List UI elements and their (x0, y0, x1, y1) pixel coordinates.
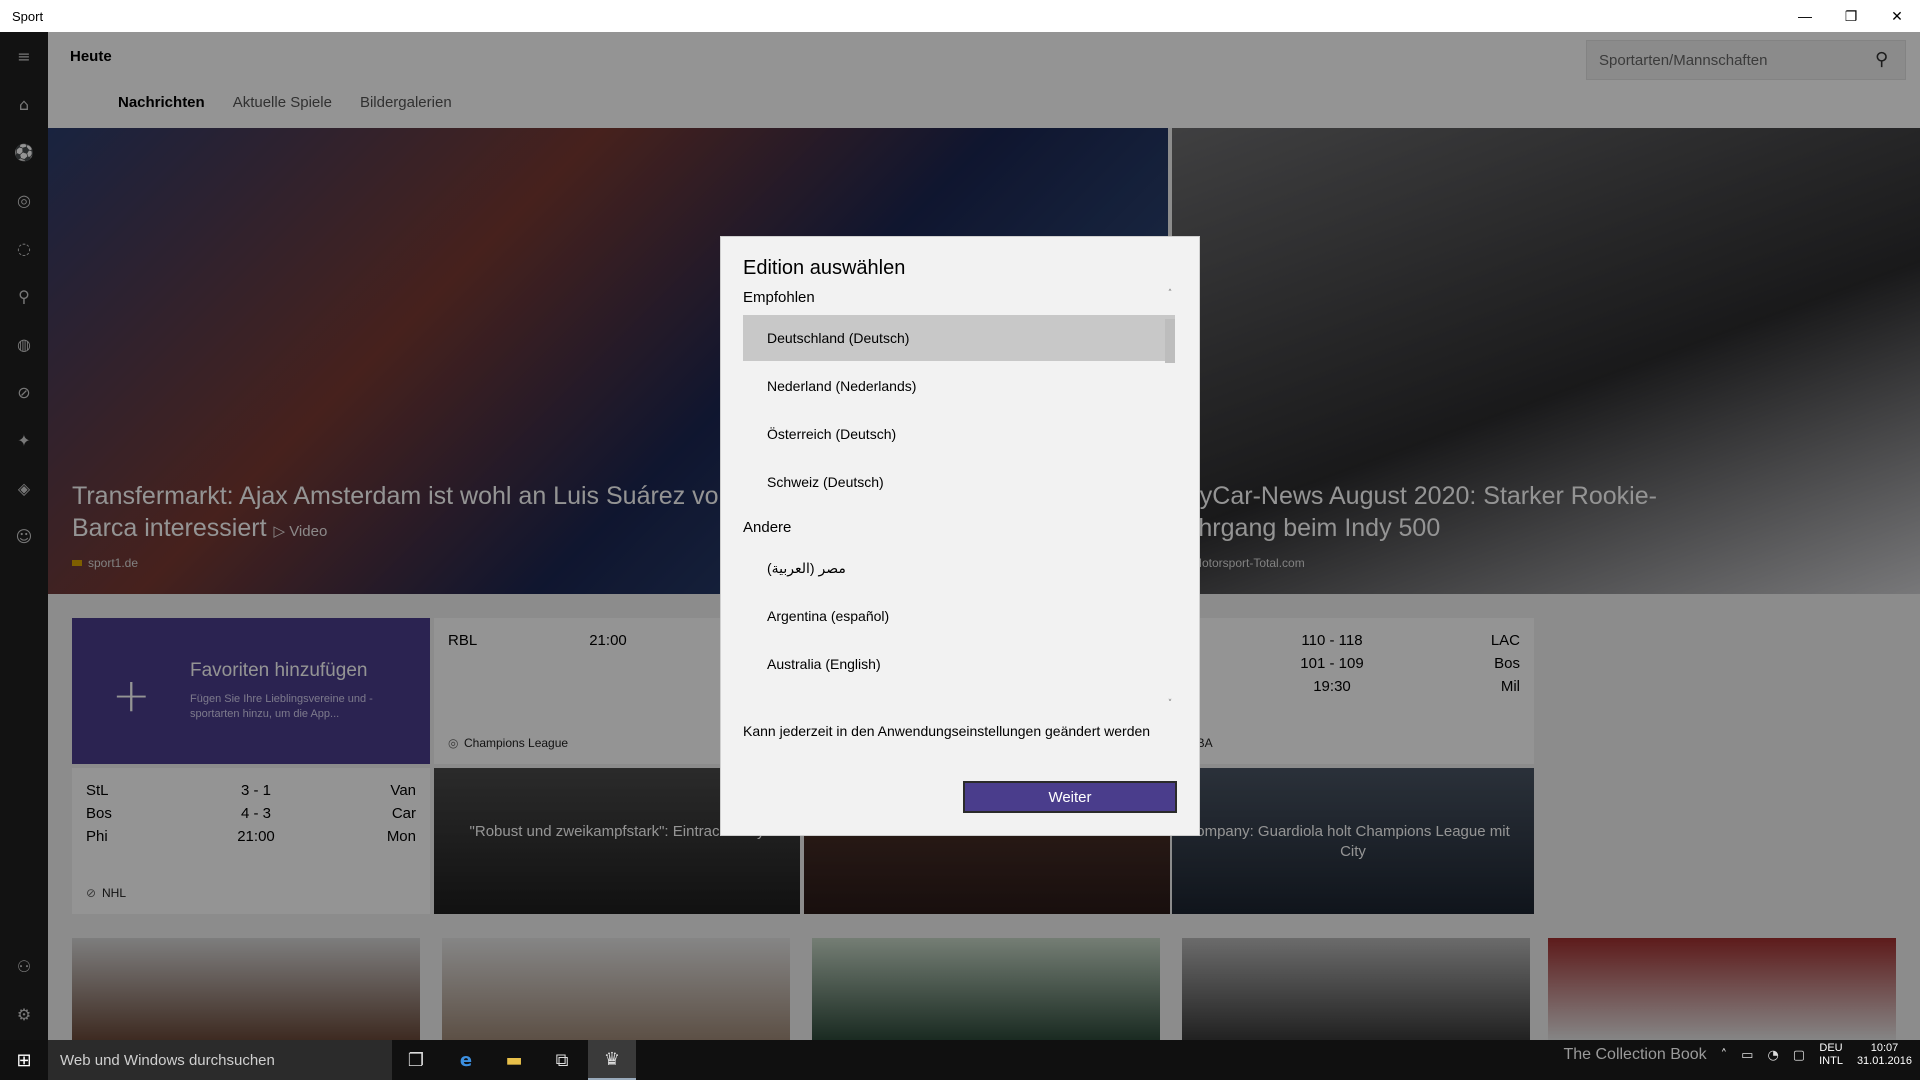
edition-option-nederland[interactable]: Nederland (Nederlands) (743, 363, 1175, 409)
dialog-note: Kann jederzeit in den Anwendungseinstell… (743, 723, 1151, 739)
network-icon[interactable]: ▭ (1741, 1048, 1753, 1063)
file-explorer-icon[interactable]: ▬ (490, 1040, 538, 1080)
taskbar: ⊞ Web und Windows durchsuchen ❐ e ▬ ⧉ ♛ … (0, 1040, 1920, 1080)
task-view-icon[interactable]: ❐ (392, 1040, 440, 1080)
edition-option-deutschland[interactable]: Deutschland (Deutsch) (743, 315, 1175, 361)
edition-dialog: Edition auswählen Empfohlen Deutschland … (720, 236, 1200, 836)
scroll-up-icon[interactable]: ˄ (1165, 289, 1175, 299)
minimize-button[interactable]: — (1782, 0, 1828, 32)
app-title: Sport (12, 8, 44, 24)
dialog-scrollbar[interactable]: ˄ ˅ (1165, 289, 1175, 711)
edition-option-oesterreich[interactable]: Österreich (Deutsch) (743, 411, 1175, 457)
dialog-title: Edition auswählen (743, 257, 906, 279)
clock-time: 10:07 (1870, 1042, 1899, 1054)
scroll-thumb[interactable] (1165, 319, 1175, 363)
edge-icon[interactable]: e (442, 1040, 490, 1080)
section-other: Andere (743, 519, 792, 536)
lang-bottom: INTL (1819, 1055, 1843, 1067)
title-bar: Sport — ❐ ✕ (0, 0, 1920, 32)
close-button[interactable]: ✕ (1874, 0, 1920, 32)
watermark: The Collection Book (1563, 1046, 1707, 1063)
edition-option-schweiz[interactable]: Schweiz (Deutsch) (743, 459, 1175, 505)
input-language[interactable]: DEU INTL (1819, 1042, 1843, 1068)
lang-top: DEU (1819, 1042, 1843, 1054)
store-icon[interactable]: ⧉ (538, 1040, 586, 1080)
clock-date: 31.01.2016 (1856, 1055, 1912, 1067)
sport-app-icon[interactable]: ♛ (588, 1040, 636, 1080)
windows-start-icon[interactable]: ⊞ (0, 1040, 48, 1080)
scroll-down-icon[interactable]: ˅ (1165, 699, 1175, 709)
section-recommended: Empfohlen (743, 289, 815, 306)
weiter-button[interactable]: Weiter (963, 781, 1177, 813)
edition-option-australia[interactable]: Australia (English) (743, 641, 1175, 687)
show-hidden-icons-icon[interactable]: ˄ (1721, 1048, 1728, 1063)
system-tray: The Collection Book ˄ ▭ ◔ ▢ DEU INTL 10:… (1563, 1042, 1912, 1068)
volume-icon[interactable]: ◔ (1767, 1048, 1778, 1063)
maximize-button[interactable]: ❐ (1828, 0, 1874, 32)
clock[interactable]: 10:07 31.01.2016 (1857, 1042, 1912, 1068)
taskbar-search[interactable]: Web und Windows durchsuchen (48, 1040, 392, 1080)
notification-icon[interactable]: ▢ (1793, 1048, 1805, 1063)
edition-option-egypt[interactable]: مصر (العربية) (743, 545, 1175, 591)
edition-option-argentina[interactable]: Argentina (español) (743, 593, 1175, 639)
